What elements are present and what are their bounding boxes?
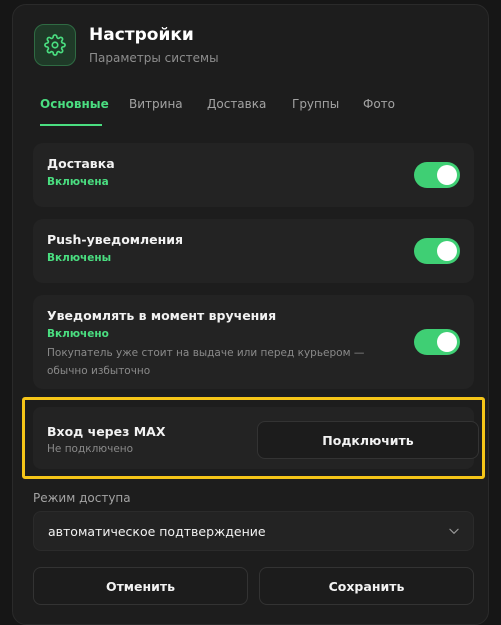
settings-panel: Настройки Параметры системы Основные Вит…: [12, 4, 489, 625]
tab-groups[interactable]: Группы: [292, 97, 339, 111]
max-login-card: Вход через MAX Не подключено Подключить: [33, 407, 479, 469]
chevron-down-icon: [449, 528, 459, 534]
cancel-button[interactable]: Отменить: [33, 567, 248, 605]
setting-description: Покупатель уже стоит на выдаче или перед…: [47, 347, 365, 377]
setting-status: Включена: [47, 176, 109, 188]
max-login-status: Не подключено: [47, 443, 134, 455]
connect-button[interactable]: Подключить: [257, 421, 479, 459]
save-button[interactable]: Сохранить: [259, 567, 474, 605]
push-toggle[interactable]: [414, 238, 460, 264]
page-title: Настройки: [89, 25, 194, 45]
setting-status: Включены: [47, 252, 112, 264]
setting-title: Push-уведомления: [47, 232, 184, 247]
setting-title: Доставка: [47, 156, 115, 171]
handover-notify-toggle[interactable]: [414, 329, 460, 355]
tab-bar: Основные Витрина Доставка Группы Фото: [13, 93, 488, 127]
tab-main[interactable]: Основные: [40, 97, 109, 111]
toggle-knob: [437, 241, 457, 261]
setting-title: Уведомлять в момент вручения: [47, 308, 277, 323]
access-mode-value: автоматическое подтверждение: [48, 524, 266, 539]
setting-push: Push-уведомления Включены: [33, 219, 474, 283]
access-mode-select[interactable]: автоматическое подтверждение: [33, 511, 474, 551]
toggle-knob: [437, 165, 457, 185]
gear-icon: [34, 24, 76, 66]
active-tab-indicator: [40, 124, 102, 126]
max-login-title: Вход через MAX: [47, 424, 166, 439]
page-subtitle: Параметры системы: [89, 51, 219, 65]
tab-photo[interactable]: Фото: [363, 97, 395, 111]
access-mode-label: Режим доступа: [33, 491, 131, 505]
setting-handover-notify: Уведомлять в момент вручения Включено По…: [33, 295, 474, 389]
delivery-toggle[interactable]: [414, 162, 460, 188]
tab-showcase[interactable]: Витрина: [129, 97, 183, 111]
toggle-knob: [437, 332, 457, 352]
setting-status: Включено: [47, 328, 109, 340]
tab-delivery[interactable]: Доставка: [207, 97, 266, 111]
setting-delivery: Доставка Включена: [33, 143, 474, 207]
